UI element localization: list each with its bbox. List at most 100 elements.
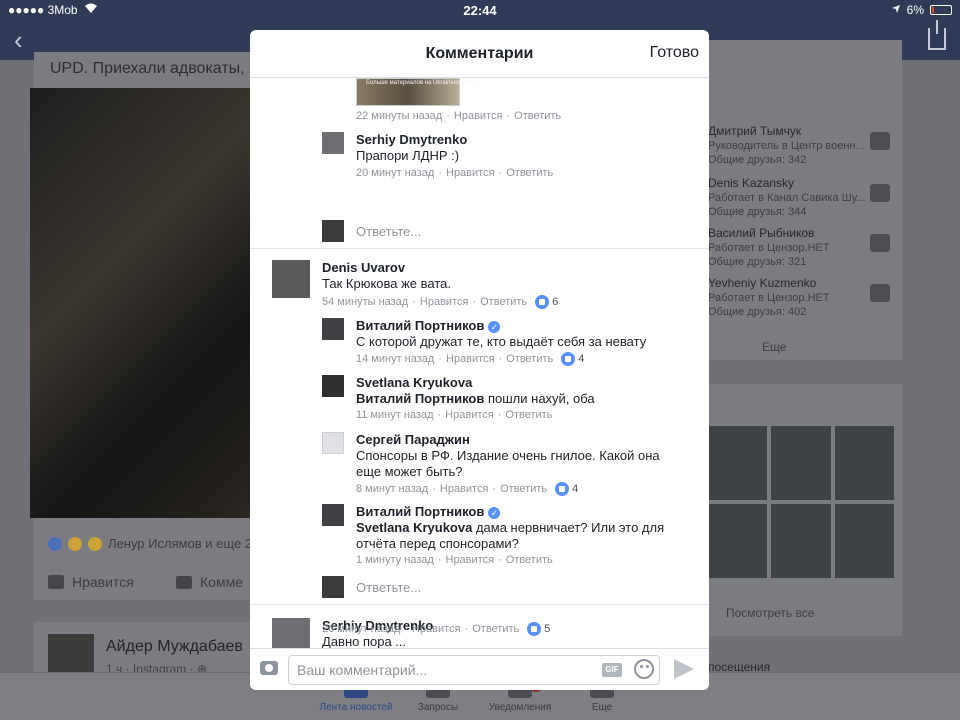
comment-meta: 14 минут назад · Нравится · Ответить 4 — [356, 352, 585, 366]
wow-reaction-icon — [68, 536, 82, 551]
friend-mutual: Общие друзья: 344 — [708, 206, 807, 218]
like-count: 5 — [544, 623, 551, 635]
send-icon[interactable] — [674, 659, 694, 679]
gif-icon[interactable]: GIF — [602, 663, 622, 677]
reply-prompt[interactable]: Ответьте... — [356, 580, 421, 595]
comment-like-action[interactable]: Нравится — [445, 409, 494, 421]
photo-thumbnail[interactable] — [834, 426, 894, 500]
comment-author[interactable]: Виталий Портников ✓ — [356, 504, 501, 519]
comment-reply-action[interactable]: Ответить — [514, 110, 561, 122]
comment-like-action[interactable]: Нравится — [454, 110, 503, 122]
like-count-badge[interactable]: 4 — [561, 352, 584, 366]
tab-label: Еще — [591, 702, 613, 713]
post2-author[interactable]: Айдер Муждабаев — [106, 638, 243, 656]
camera-icon[interactable] — [260, 661, 278, 675]
divider — [250, 604, 709, 605]
like-count: 4 — [572, 483, 579, 495]
mention-link[interactable]: Svetlana Kryukova — [356, 520, 472, 535]
share-icon[interactable] — [928, 20, 946, 50]
comment-author[interactable]: Serhiy Dmytrenko — [356, 132, 467, 147]
like-count-badge[interactable]: 6 — [535, 295, 558, 309]
photo-thumbnail[interactable] — [708, 504, 768, 578]
mention-link[interactable]: Виталий Портников — [356, 391, 484, 406]
comment-reply-action[interactable]: Ответить — [506, 554, 553, 566]
friend-suggestion[interactable]: Василий Рыбников Работает в Цензор.НЕТ О… — [708, 224, 902, 276]
avatar[interactable] — [322, 132, 344, 154]
like-icon — [561, 352, 576, 366]
done-button[interactable]: Готово — [650, 44, 699, 62]
verified-icon: ✓ — [488, 506, 501, 519]
photo-thumbnail[interactable] — [771, 504, 831, 578]
add-friend-icon[interactable] — [870, 234, 890, 252]
tab-label: Уведомления — [488, 702, 552, 713]
avatar[interactable] — [322, 318, 344, 340]
tab-label: Лента новостей — [319, 702, 393, 713]
back-chevron-icon[interactable]: ‹ — [14, 26, 23, 54]
friend-suggestion[interactable]: Denis Kazansky Работает в Канал Савика Ш… — [708, 174, 902, 226]
post-comment-label: Комме — [200, 574, 243, 590]
avatar[interactable] — [322, 375, 344, 397]
like-count-badge[interactable]: 4 — [555, 482, 578, 496]
reactions-text: Ленур Ислямов и еще 2 — [108, 536, 253, 551]
modal-header: Комментарии Готово — [250, 30, 709, 78]
friend-suggestion[interactable]: Yevheniy Kuzmenko Работает в Цензор.НЕТ … — [708, 274, 902, 326]
friend-name: Дмитрий Тымчук — [708, 124, 802, 138]
comment-author[interactable]: Сергей Параджин — [356, 432, 470, 447]
reply-prompt[interactable]: Ответьте... — [356, 224, 421, 239]
photo-thumbnail[interactable] — [708, 426, 768, 500]
carrier-label: ●●●●● 3Mob — [8, 3, 78, 17]
avatar[interactable] — [322, 432, 344, 454]
comment-like-action[interactable]: Нравится — [446, 353, 495, 365]
friend-suggestion[interactable]: Дмитрий Тымчук Руководитель в Центр воен… — [708, 122, 902, 174]
comment-author[interactable]: Виталий Портников ✓ — [356, 318, 501, 333]
author-name: Виталий Портников — [356, 318, 485, 333]
comment-meta: 11 минут назад · Нравится · Ответить — [356, 409, 553, 421]
friend-subtitle: Работает в Цензор.НЕТ — [708, 242, 830, 254]
comment-like-action[interactable]: Нравится — [446, 167, 495, 179]
like-icon — [527, 622, 542, 636]
comment-time: 1 минуту назад — [356, 554, 434, 566]
comment-like-action[interactable]: Нравится — [446, 554, 495, 566]
add-friend-icon[interactable] — [870, 132, 890, 150]
comment-meta: 1 минуту назад · Нравится · Ответить — [356, 554, 553, 566]
comment-reply-action[interactable]: Ответить — [505, 409, 552, 421]
photo-thumbnail[interactable] — [771, 426, 831, 500]
friend-name: Василий Рыбников — [708, 226, 815, 240]
comment-reply-action[interactable]: Ответить — [506, 167, 553, 179]
emoji-icon[interactable] — [634, 659, 654, 679]
like-icon — [555, 482, 570, 496]
comment-like-action[interactable]: Нравится — [440, 483, 489, 495]
post-photo[interactable] — [30, 88, 250, 518]
post-like-button[interactable]: Нравится — [48, 574, 134, 590]
comment-reply-action[interactable]: Ответить — [500, 483, 547, 495]
comments-list[interactable]: Больше материалов на Ukraineex.com 22 ми… — [250, 78, 709, 648]
comment-author[interactable]: Svetlana Kryukova — [356, 375, 472, 390]
comment-text: Так Крюкова же вата. — [322, 276, 451, 291]
friend-mutual: Общие друзья: 402 — [708, 306, 807, 318]
comment-meta: 8 минут назад · Нравится · Ответить 4 — [356, 482, 579, 496]
add-friend-icon[interactable] — [870, 284, 890, 302]
photo-thumbnail[interactable] — [834, 504, 894, 578]
avatar[interactable] — [272, 618, 310, 648]
friend-mutual: Общие друзья: 342 — [708, 154, 807, 166]
comment-like-action[interactable]: Нравится — [420, 296, 469, 308]
more-friends-link[interactable]: Еще — [762, 340, 786, 354]
comment-reply-action[interactable]: Ответить — [472, 623, 519, 635]
see-all-photos-link[interactable]: Посмотреть все — [726, 606, 814, 620]
post-reactions[interactable]: Ленур Ислямов и еще 2 — [48, 536, 252, 551]
like-count-badge[interactable]: 5 — [527, 622, 550, 636]
avatar[interactable] — [272, 260, 310, 298]
sad-reaction-icon — [88, 536, 102, 551]
location-icon — [891, 3, 901, 17]
post-comment-button[interactable]: Комме — [176, 574, 243, 590]
comment-author[interactable]: Denis Uvarov — [322, 260, 405, 275]
comment-reply-action[interactable]: Ответить — [480, 296, 527, 308]
avatar[interactable] — [322, 504, 344, 526]
thumbs-up-icon — [48, 575, 64, 589]
add-friend-icon[interactable] — [870, 184, 890, 202]
comment-like-action[interactable]: Нравится — [412, 623, 461, 635]
comment-time: 11 минут назад — [356, 409, 434, 421]
comment-reply-action[interactable]: Ответить — [506, 353, 553, 365]
comment-time: 54 минуты назад — [322, 296, 409, 308]
comment-text: Давно пора ... — [322, 634, 407, 648]
